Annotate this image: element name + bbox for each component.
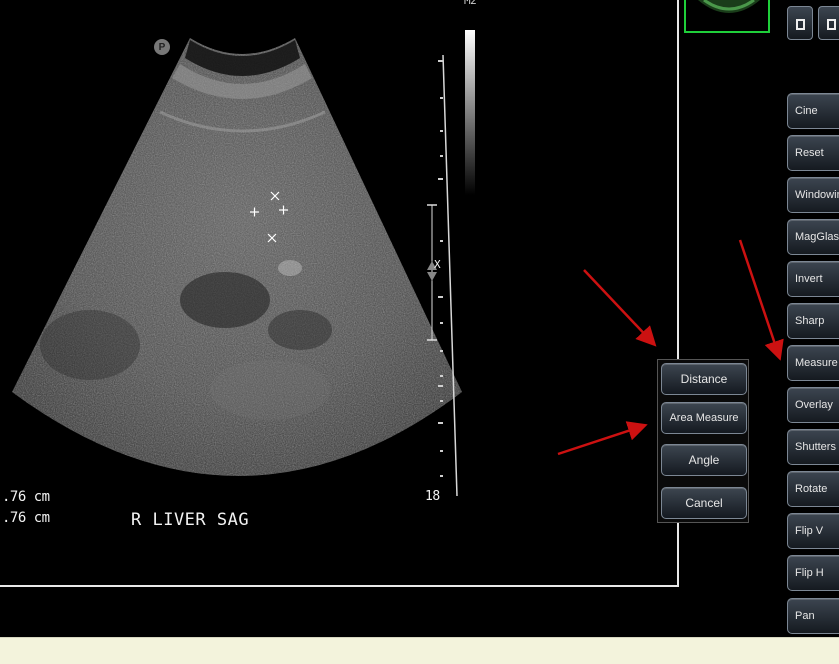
ultrasound-image	[12, 30, 475, 497]
area-measure-button[interactable]: Area Measure	[661, 402, 747, 434]
distance-button[interactable]: Distance	[661, 363, 747, 395]
double-view-icon	[827, 19, 836, 30]
angle-button[interactable]: Angle	[661, 444, 747, 476]
layout-double-button[interactable]	[818, 6, 839, 40]
layout-single-button[interactable]	[787, 6, 813, 40]
probe-orientation-marker: P	[154, 39, 170, 55]
reset-button[interactable]: Reset	[787, 135, 839, 171]
flip-v-button[interactable]: Flip V	[787, 513, 839, 549]
cancel-button[interactable]: Cancel	[661, 487, 747, 519]
sharp-button[interactable]: Sharp	[787, 303, 839, 339]
flip-h-button[interactable]: Flip H	[787, 555, 839, 591]
arrow-to-measure	[738, 239, 784, 361]
invert-button[interactable]: Invert	[787, 261, 839, 297]
windowing-button[interactable]: Windowing	[787, 177, 839, 213]
image-viewport[interactable]: P M2 X .76 cm .76 cm R LIVER SAG 18	[0, 0, 679, 587]
rotate-button[interactable]: Rotate	[787, 471, 839, 507]
depth-scale	[427, 54, 458, 497]
image-annotation-label: R LIVER SAG	[131, 510, 250, 530]
measurement-readout-1: .76 cm	[2, 489, 50, 505]
magglass-button[interactable]: MagGlass	[787, 219, 839, 255]
pan-button[interactable]: Pan	[787, 598, 839, 634]
series-thumbnail[interactable]	[684, 0, 770, 33]
depth-label: 18	[425, 489, 440, 504]
measure-submenu: Distance Area Measure Angle Cancel	[657, 359, 749, 523]
single-view-icon	[796, 19, 805, 30]
measure-button[interactable]: Measure	[787, 345, 839, 381]
overlay-button[interactable]: Overlay	[787, 387, 839, 423]
caliper-label: X	[434, 258, 441, 271]
thumbnail-image	[698, 0, 760, 13]
status-bar	[0, 637, 839, 664]
measurement-readout-2: .76 cm	[2, 510, 50, 526]
cine-button[interactable]: Cine	[787, 93, 839, 129]
shutters-button[interactable]: Shutters	[787, 429, 839, 465]
grayscale-bar	[465, 30, 475, 195]
grayscale-label: M2	[464, 0, 477, 7]
